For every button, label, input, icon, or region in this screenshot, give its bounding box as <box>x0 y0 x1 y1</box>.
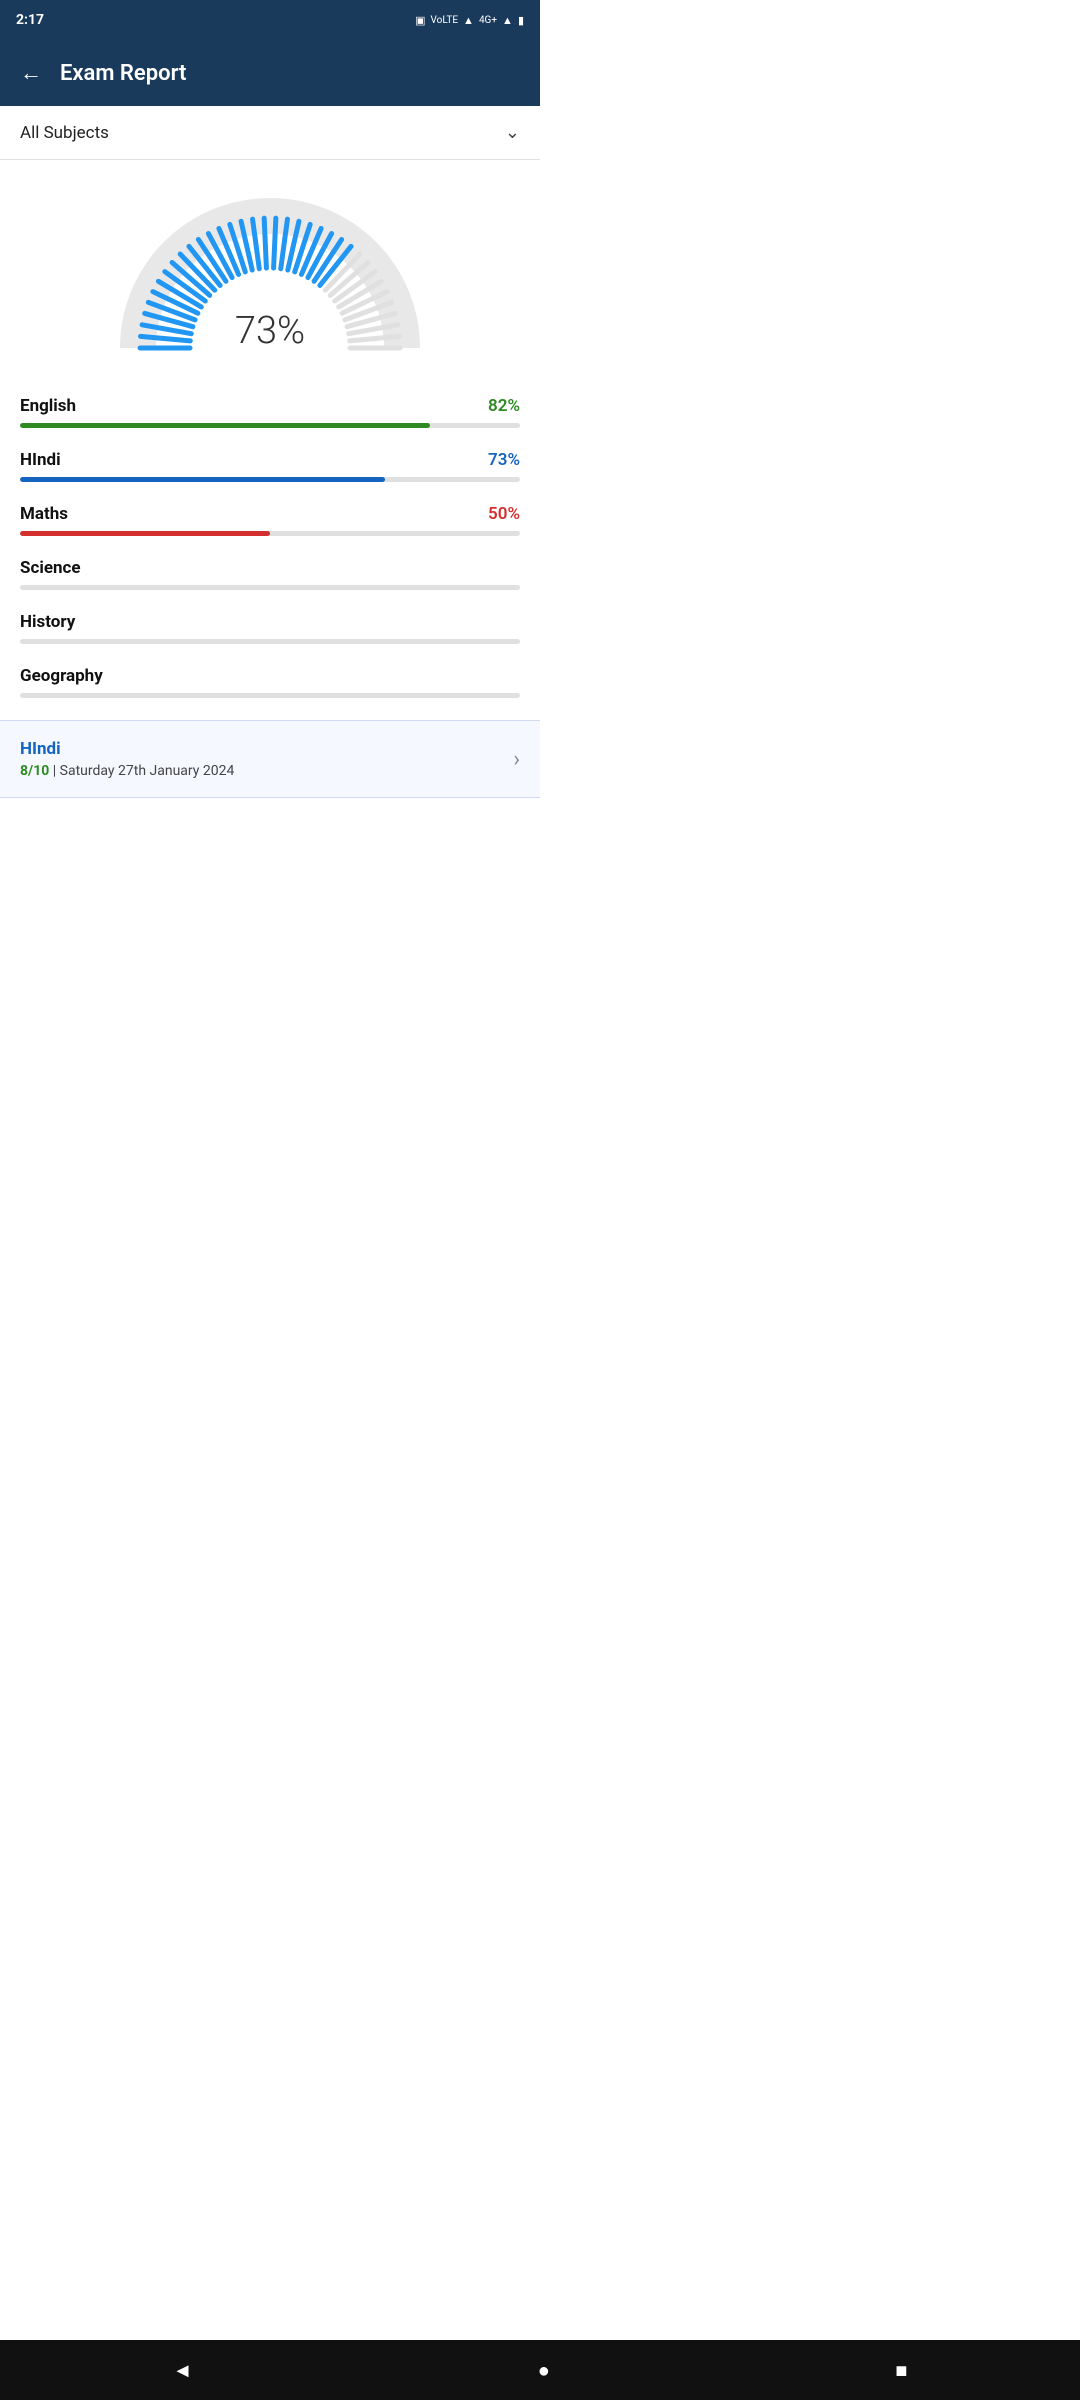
battery-icon: ▮ <box>518 14 524 27</box>
subject-dropdown[interactable]: All Subjects ⌄ <box>0 106 540 160</box>
vibrate-icon: ▣ <box>415 14 425 27</box>
gauge-percent: 73% <box>235 309 305 353</box>
subject-name: English <box>20 396 76 416</box>
subjects-section: English 82% HIndi 73% Maths 50% Science History… <box>0 380 540 698</box>
progress-bar-fill <box>20 477 385 482</box>
exam-record-score: 8/10 <box>20 763 49 779</box>
subject-name: Geography <box>20 666 103 686</box>
subject-header: HIndi 73% <box>20 450 520 470</box>
progress-bar-bg <box>20 585 520 590</box>
subject-percent: 82% <box>488 396 520 416</box>
signal-icon: ▲ <box>502 14 513 27</box>
nav-recents-button[interactable]: ■ <box>895 2358 907 2383</box>
subject-name: HIndi <box>20 450 61 470</box>
subject-row: HIndi 73% <box>20 450 520 482</box>
progress-bar-bg <box>20 477 520 482</box>
exam-record-meta: 8/10 | Saturday 27th January 2024 <box>20 763 234 779</box>
gauge-section: 73% <box>0 160 540 380</box>
exam-record-separator: | <box>53 763 60 779</box>
subject-name: History <box>20 612 75 632</box>
subject-row: Science <box>20 558 520 590</box>
subject-percent: 73% <box>488 450 520 470</box>
back-button[interactable]: ← <box>20 60 42 86</box>
nav-home-button[interactable]: ● <box>538 2358 550 2383</box>
exam-record-content: HIndi 8/10 | Saturday 27th January 2024 <box>20 739 234 779</box>
page-title: Exam Report <box>60 61 186 86</box>
app-header: ← Exam Report <box>0 40 540 106</box>
subject-row: English 82% <box>20 396 520 428</box>
subject-name: Maths <box>20 504 68 524</box>
subject-header: History <box>20 612 520 632</box>
status-bar: 2:17 ▣ VoLTE ▲ 4G+ ▲ ▮ <box>0 0 540 40</box>
gauge-container: 73% <box>120 198 420 363</box>
subject-header: Geography <box>20 666 520 686</box>
chevron-down-icon: ⌄ <box>505 122 520 143</box>
subject-percent: 50% <box>488 504 520 524</box>
exam-record-date: Saturday 27th January 2024 <box>60 763 235 779</box>
progress-bar-fill <box>20 531 270 536</box>
4g-icon: 4G+ <box>479 15 497 26</box>
wifi-icon: ▲ <box>463 14 474 27</box>
exam-record-subject: HIndi <box>20 739 234 759</box>
subject-dropdown-label: All Subjects <box>20 123 109 143</box>
volte-icon: VoLTE <box>431 15 459 26</box>
subject-row: Maths 50% <box>20 504 520 536</box>
progress-bar-bg <box>20 423 520 428</box>
progress-bar-bg <box>20 693 520 698</box>
subject-row: Geography <box>20 666 520 698</box>
progress-bar-bg <box>20 531 520 536</box>
progress-bar-fill <box>20 423 430 428</box>
subject-header: English 82% <box>20 396 520 416</box>
nav-bar: ◄ ● ■ <box>0 2340 1080 2400</box>
exam-record-chevron: › <box>513 747 520 772</box>
subject-row: History <box>20 612 520 644</box>
status-time: 2:17 <box>16 12 44 28</box>
nav-back-button[interactable]: ◄ <box>173 2358 193 2383</box>
exam-record-card[interactable]: HIndi 8/10 | Saturday 27th January 2024 … <box>0 720 540 798</box>
progress-bar-bg <box>20 639 520 644</box>
subject-header: Science <box>20 558 520 578</box>
subject-name: Science <box>20 558 81 578</box>
subject-header: Maths 50% <box>20 504 520 524</box>
status-icons: ▣ VoLTE ▲ 4G+ ▲ ▮ <box>415 14 524 27</box>
